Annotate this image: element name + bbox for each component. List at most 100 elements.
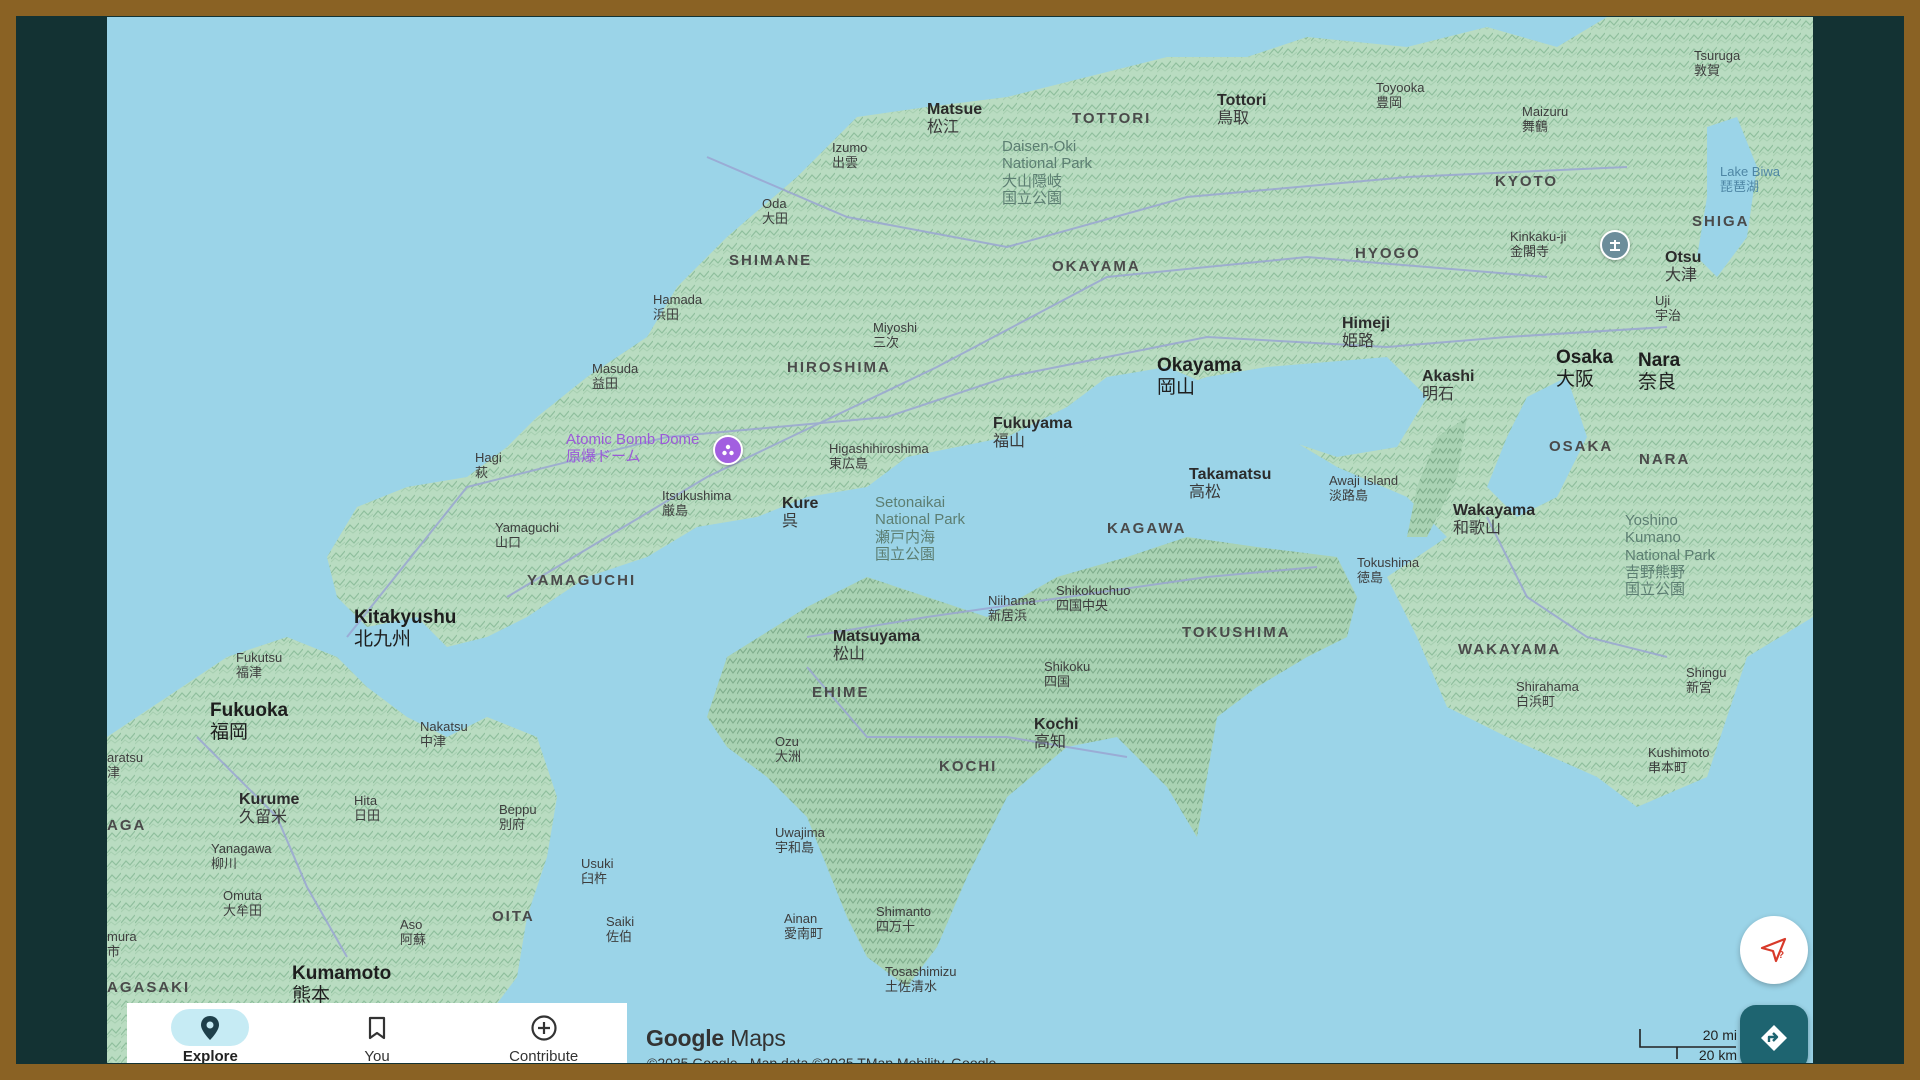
svg-text:?: ?	[1778, 950, 1784, 961]
label-aso[interactable]: Aso 阿蘇	[400, 917, 426, 948]
label-usuki[interactable]: Usuki 臼杵	[581, 856, 614, 887]
nav-contribute[interactable]: Contribute	[460, 1003, 627, 1063]
label-shikokuchuo[interactable]: Shikokuchuo 四国中央	[1056, 583, 1130, 614]
label-akashi[interactable]: Akashi 明石	[1422, 368, 1474, 405]
landmark-icon	[722, 444, 734, 456]
label-ainan[interactable]: Ainan 愛南町	[784, 911, 823, 942]
nav-explore-label: Explore	[182, 1048, 238, 1063]
label-atomic-bomb-dome[interactable]: Atomic Bomb Dome 原爆ドーム	[566, 431, 699, 466]
label-wakayama-pref: WAKAYAMA	[1458, 641, 1562, 658]
label-yamaguchi[interactable]: Yamaguchi 山口	[495, 520, 559, 551]
label-hita[interactable]: Hita 日田	[354, 793, 380, 824]
label-fukuyama[interactable]: Fukuyama 福山	[993, 415, 1072, 452]
atomic-bomb-dome-pin[interactable]	[713, 435, 743, 465]
add-circle-icon	[531, 1014, 557, 1041]
label-awaji[interactable]: Awaji Island 淡路島	[1329, 473, 1398, 504]
label-matsuyama[interactable]: Matsuyama 松山	[833, 628, 920, 665]
nav-explore[interactable]: Explore	[127, 1003, 294, 1063]
label-shimane-pref: SHIMANE	[729, 252, 813, 269]
label-saiki[interactable]: Saiki 佐伯	[606, 914, 634, 945]
label-nara-pref: NARA	[1639, 451, 1691, 468]
label-oita-pref: OITA	[492, 908, 535, 925]
label-shikoku[interactable]: Shikoku 四国	[1044, 659, 1090, 690]
label-tottori[interactable]: Tottori 鳥取	[1217, 92, 1266, 129]
temple-icon	[1610, 240, 1620, 251]
label-tsuruga[interactable]: Tsuruga 敦賀	[1694, 48, 1740, 79]
send-feedback-button[interactable]: ?	[1740, 916, 1808, 984]
label-uwajima[interactable]: Uwajima 宇和島	[775, 825, 825, 856]
label-maizuru[interactable]: Maizuru 舞鶴	[1522, 104, 1568, 135]
kinkakuji-pin[interactable]	[1600, 230, 1630, 260]
label-hyogo-pref: HYOGO	[1355, 245, 1421, 262]
label-kurume[interactable]: Kurume 久留米	[239, 791, 299, 828]
label-mura[interactable]: mura 市	[107, 929, 137, 960]
label-itsukushima[interactable]: Itsukushima 厳島	[662, 488, 731, 519]
label-yanagawa[interactable]: Yanagawa 柳川	[211, 841, 271, 872]
label-yoshino-park[interactable]: Yoshino Kumano National Park 吉野熊野 国立公園	[1625, 512, 1715, 598]
label-tosashimizu[interactable]: Tosashimizu 土佐清水	[885, 964, 957, 995]
label-omuta[interactable]: Omuta 大牟田	[223, 888, 262, 919]
label-uji[interactable]: Uji 宇治	[1655, 293, 1681, 324]
label-kinkakuji[interactable]: Kinkaku-ji 金閣寺	[1510, 229, 1566, 260]
directions-button[interactable]	[1740, 1005, 1808, 1063]
label-tottori-pref: TOTTORI	[1072, 110, 1152, 127]
map-canvas[interactable]: Matsue 松江 TOTTORI Tottori 鳥取 Toyooka 豊岡 Tsu…	[107, 17, 1813, 1063]
label-kochi-pref: KOCHI	[939, 758, 998, 775]
map-copyright[interactable]: ©2025 Google · Map data ©2025 TMap Mobil…	[647, 1055, 996, 1063]
app-frame: Matsue 松江 TOTTORI Tottori 鳥取 Toyooka 豊岡 Tsu…	[16, 16, 1904, 1064]
label-hamada[interactable]: Hamada 浜田	[653, 292, 702, 323]
label-miyoshi[interactable]: Miyoshi 三次	[873, 320, 917, 351]
label-hiroshima-pref: HIROSHIMA	[787, 359, 891, 376]
scale-miles: 20 mi	[1702, 1027, 1737, 1043]
label-fukuoka[interactable]: Fukuoka 福岡	[210, 700, 288, 744]
bookmark-icon	[368, 1016, 386, 1039]
label-himeji[interactable]: Himeji 姫路	[1342, 315, 1390, 352]
label-otsu[interactable]: Otsu 大津	[1665, 249, 1701, 286]
label-takamatsu[interactable]: Takamatsu 高松	[1189, 466, 1271, 503]
label-higashihiroshima[interactable]: Higashihiroshima 東広島	[829, 441, 929, 472]
map-scale-bar[interactable]: 20 mi 20 km	[1639, 1027, 1737, 1063]
label-karatsu[interactable]: aratsu 津	[107, 750, 143, 781]
label-okayama[interactable]: Okayama 岡山	[1157, 355, 1242, 399]
label-osaka-pref: OSAKA	[1549, 438, 1614, 455]
bottom-navigation: Explore You Contribute	[127, 1003, 627, 1063]
label-niihama[interactable]: Niihama 新居浜	[988, 593, 1036, 624]
scale-km: 20 km	[1698, 1047, 1737, 1063]
label-fukutsu[interactable]: Fukutsu 福津	[236, 650, 282, 681]
label-nagasaki-pref: AGASAKI	[107, 979, 191, 996]
label-yamaguchi-pref: YAMAGUCHI	[527, 572, 637, 589]
label-kushimoto[interactable]: Kushimoto 串本町	[1648, 745, 1709, 776]
label-beppu[interactable]: Beppu 別府	[499, 802, 537, 833]
label-lake-biwa[interactable]: Lake Biwa 琵琶湖	[1720, 164, 1780, 195]
nav-you[interactable]: You	[294, 1003, 461, 1063]
label-hagi[interactable]: Hagi 萩	[475, 450, 502, 481]
nav-contribute-label: Contribute	[509, 1048, 579, 1063]
label-daisen-park[interactable]: Daisen-Oki National Park 大山隠岐 国立公園	[1002, 138, 1092, 207]
label-tokushima[interactable]: Tokushima 徳島	[1357, 555, 1419, 586]
label-kochi[interactable]: Kochi 高知	[1034, 716, 1078, 753]
label-setonaikai-park[interactable]: Setonaikai National Park 瀬戸内海 国立公園	[875, 494, 965, 563]
label-kumamoto[interactable]: Kumamoto 熊本	[292, 963, 391, 1007]
label-wakayama[interactable]: Wakayama 和歌山	[1453, 502, 1535, 539]
label-okayama-pref: OKAYAMA	[1052, 258, 1141, 275]
label-shirahama[interactable]: Shirahama 白浜町	[1516, 679, 1579, 710]
label-kure[interactable]: Kure 呉	[782, 495, 818, 532]
label-oda[interactable]: Oda 大田	[762, 196, 788, 227]
label-nara[interactable]: Nara 奈良	[1638, 350, 1680, 394]
label-toyooka[interactable]: Toyooka 豊岡	[1376, 80, 1424, 111]
label-shimanto[interactable]: Shimanto 四万十	[876, 904, 931, 935]
send-feedback-icon: ?	[1760, 937, 1787, 963]
label-ehime-pref: EHIME	[812, 684, 870, 701]
label-kyoto-pref: KYOTO	[1495, 173, 1559, 190]
label-izumo[interactable]: Izumo 出雲	[832, 140, 867, 171]
label-tokushima-pref: TOKUSHIMA	[1182, 624, 1291, 641]
label-ozu[interactable]: Ozu 大洲	[775, 734, 801, 765]
label-kitakyushu[interactable]: Kitakyushu 北九州	[354, 607, 456, 651]
google-maps-logo: Google Maps	[646, 1025, 786, 1051]
label-matsue[interactable]: Matsue 松江	[927, 101, 982, 138]
label-masuda[interactable]: Masuda 益田	[592, 361, 638, 392]
label-shingu[interactable]: Shingu 新宮	[1686, 665, 1726, 696]
label-nakatsu[interactable]: Nakatsu 中津	[420, 719, 468, 750]
nav-you-label: You	[364, 1048, 390, 1063]
label-osaka[interactable]: Osaka 大阪	[1556, 347, 1613, 391]
